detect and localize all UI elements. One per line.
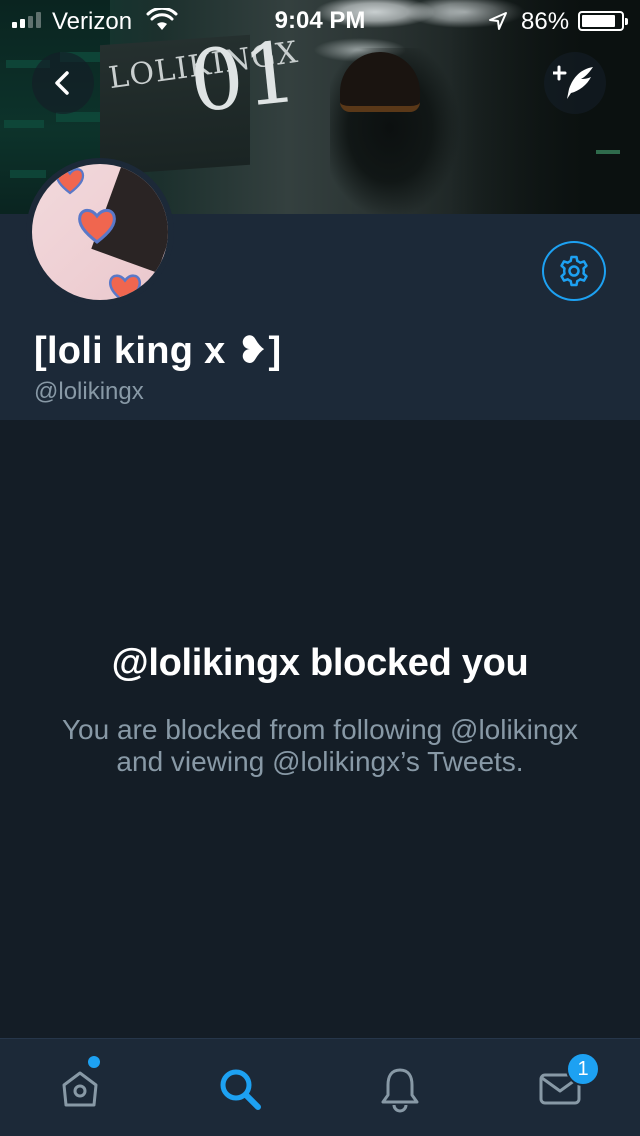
search-icon [220,1069,261,1110]
status-bar: Verizon 9:04 PM 86% [0,0,640,40]
avatar[interactable] [26,158,174,306]
compose-tweet-button[interactable] [544,52,606,114]
battery-icon [578,11,628,31]
avatar-image [32,164,168,300]
banner-stripe [596,150,620,154]
home-notification-dot [88,1056,100,1068]
settings-button[interactable] [542,241,606,301]
battery-percentage: 86% [521,8,570,35]
gear-icon [560,255,588,287]
chevron-left-icon [55,71,69,95]
tab-home[interactable] [50,1059,110,1119]
bell-icon [381,1068,419,1113]
profile-handle: @lolikingx [34,378,144,405]
profile-display-name: [loli king x ❥] [34,330,282,372]
back-button[interactable] [32,52,94,114]
tab-search[interactable] [210,1059,270,1119]
compose-tweet-icon [553,65,593,99]
tab-notifications[interactable] [370,1059,430,1119]
blocked-title: @lolikingx blocked you [111,642,529,684]
blocked-description: You are blocked from following @loliking… [61,714,579,777]
messages-badge: 1 [566,1052,600,1086]
bottom-tab-bar [0,1038,640,1136]
home-icon [62,1071,98,1107]
location-arrow-icon [489,12,507,30]
